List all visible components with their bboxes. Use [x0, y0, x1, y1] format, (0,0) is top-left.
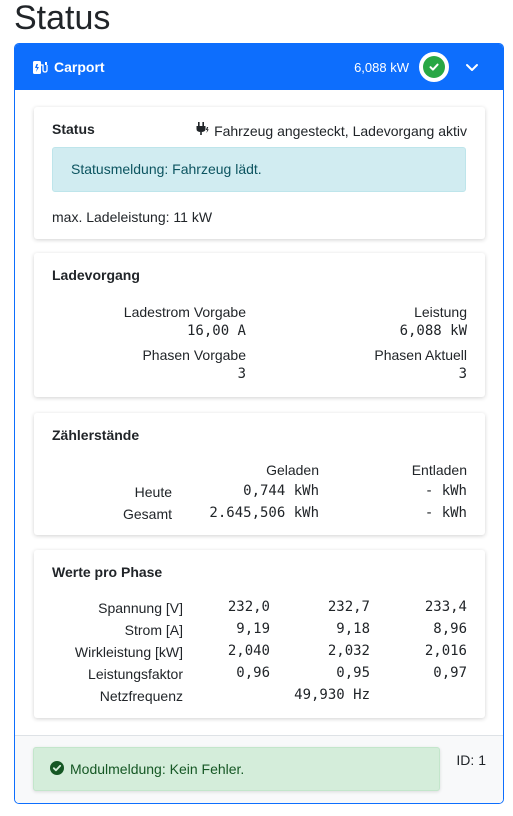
phases-setpoint-label: Phasen Vorgabe [142, 347, 246, 363]
phase-l1-value: 0,96 [236, 665, 270, 681]
card-footer: Modulmeldung: Kein Fehler. ID: 1 [15, 735, 503, 803]
max-charge-power: max. Ladeleistung: 11 kW [52, 209, 213, 225]
check-circle-icon [50, 760, 64, 778]
charge-process-card: Ladevorgang Ladestrom Vorgabe 16,00 A Le… [34, 253, 485, 397]
meter-row-discharged: - kWh [424, 505, 467, 521]
phase-l3-value: 233,4 [424, 599, 467, 615]
status-card: Status Fahrzeug angesteckt, Ladevorgang … [34, 107, 485, 239]
phase-l3-value: 0,97 [433, 665, 467, 681]
phases-actual-label: Phasen Aktuell [374, 347, 467, 363]
chargepoint-card: Carport 6,088 kW Status Fahrzeug angeste… [14, 43, 504, 804]
chargepoint-name: Carport [54, 59, 105, 75]
chevron-down-icon[interactable] [459, 54, 485, 80]
phase-row-label: Spannung [V] [98, 600, 183, 616]
phase-l1-value: 232,0 [227, 599, 270, 615]
page-title: Status [14, 0, 111, 37]
current-setpoint-value: 16,00 A [186, 323, 246, 339]
module-message-alert: Modulmeldung: Kein Fehler. [33, 747, 440, 791]
status-ok-badge [419, 52, 449, 82]
frequency-value: 49,930 Hz [294, 687, 370, 703]
frequency-label: Netzfrequenz [99, 688, 183, 704]
power-value: 6,088 kW [399, 323, 467, 339]
meter-row-discharged: - kWh [424, 483, 467, 499]
phase-l2-value: 0,95 [336, 665, 370, 681]
module-message-text: Modulmeldung: Kein Fehler. [70, 761, 245, 777]
charge-card-title: Ladevorgang [52, 267, 140, 283]
meter-row-charged: 2.645,506 kWh [209, 505, 319, 521]
charger-plug-icon [32, 59, 48, 75]
status-card-title: Status [52, 121, 95, 137]
phase-row-label: Strom [A] [124, 622, 183, 638]
phase-row-label: Leistungsfaktor [88, 666, 183, 682]
phases-setpoint-value: 3 [237, 366, 246, 382]
meter-row-label: Gesamt [122, 506, 172, 522]
phase-l2-value: 9,18 [336, 621, 370, 637]
meter-row-label: Heute [134, 484, 172, 500]
phases-actual-value: 3 [458, 366, 467, 382]
phase-l1-value: 9,19 [236, 621, 270, 637]
column-header-discharged: Entladen [411, 462, 467, 478]
phase-l3-value: 8,96 [433, 621, 467, 637]
phase-row-label: Wirkleistung [kW] [74, 644, 183, 660]
phase-l2-value: 2,032 [327, 643, 370, 659]
phase-l3-value: 2,016 [424, 643, 467, 659]
card-body: Status Fahrzeug angesteckt, Ladevorgang … [15, 90, 503, 735]
phase-l1-value: 2,040 [227, 643, 270, 659]
phase-l2-value: 232,7 [327, 599, 370, 615]
charging-state: Fahrzeug angesteckt, Ladevorgang aktiv [214, 122, 467, 139]
power-label: Leistung [414, 304, 467, 320]
phase-values-card: Werte pro Phase Spannung [V] 232,0 232,7… [34, 550, 485, 718]
card-header[interactable]: Carport 6,088 kW [15, 44, 503, 90]
meter-card: Zählerstände Geladen Entladen Heute 0,74… [34, 413, 485, 535]
meter-card-title: Zählerstände [52, 427, 140, 443]
header-power: 6,088 kW [354, 59, 409, 75]
plug-icon [194, 121, 210, 140]
check-icon [423, 56, 445, 78]
current-setpoint-label: Ladestrom Vorgabe [123, 304, 246, 320]
status-alert: Statusmeldung: Fahrzeug lädt. [52, 147, 466, 192]
module-id: ID: 1 [456, 752, 486, 768]
phase-card-title: Werte pro Phase [52, 564, 163, 580]
meter-row-charged: 0,744 kWh [243, 483, 319, 499]
column-header-charged: Geladen [266, 462, 319, 478]
